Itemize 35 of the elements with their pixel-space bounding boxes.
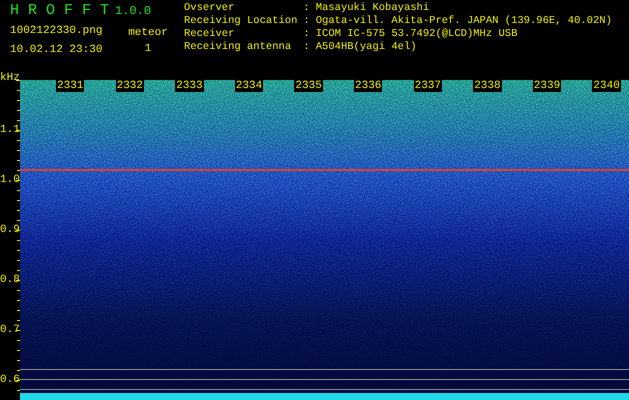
axis-unit: kHz	[0, 72, 20, 84]
separator: :	[303, 41, 310, 54]
station-value: ICOM IC-575 53.7492(@LCD)MHz USB	[316, 28, 518, 41]
station-label: Receiver	[184, 28, 236, 41]
frequency-label: 0.9	[0, 224, 20, 236]
station-label: Ovserver	[184, 2, 236, 15]
app-name: H R O F F T	[10, 2, 110, 21]
time-label: 2339	[532, 80, 562, 92]
time-label: 2336	[354, 80, 382, 92]
meteor-count: 1	[144, 43, 152, 55]
meteor-label: meteor	[128, 26, 168, 41]
frequency-label: 0.6	[0, 374, 20, 386]
time-label: 2332	[116, 80, 144, 92]
time-label: 2335	[294, 80, 323, 92]
station-value: A504HB(yagi 4el)	[316, 41, 418, 54]
app-version: 1.0.0	[115, 4, 152, 18]
time-label: 2334	[234, 80, 264, 92]
station-label: Receiving Location	[184, 15, 298, 28]
station-value: Ogata-vill. Akita-Pref. JAPAN (139.96E, 40.02N)	[316, 15, 612, 28]
time-label: 2340	[592, 80, 621, 92]
station-value: Masayuki Kobayashi	[316, 2, 430, 15]
file-name: 1002122330.png	[10, 24, 104, 39]
time-label: 2333	[175, 80, 204, 92]
frequency-label: 0.8	[0, 274, 20, 286]
separator: :	[303, 15, 310, 28]
time-label: 2338	[473, 80, 502, 92]
frequency-label: 1.1	[0, 124, 20, 136]
time-label: 2337	[414, 80, 442, 92]
time-label: 2331	[56, 80, 84, 92]
station-label: Receiving antenna	[184, 41, 292, 54]
separator: :	[303, 28, 310, 41]
date-time: 10.02.12 23:30	[10, 43, 104, 58]
frequency-label: 1.0	[0, 174, 20, 186]
frequency-label: 0.7	[0, 324, 20, 336]
separator: :	[303, 2, 310, 15]
